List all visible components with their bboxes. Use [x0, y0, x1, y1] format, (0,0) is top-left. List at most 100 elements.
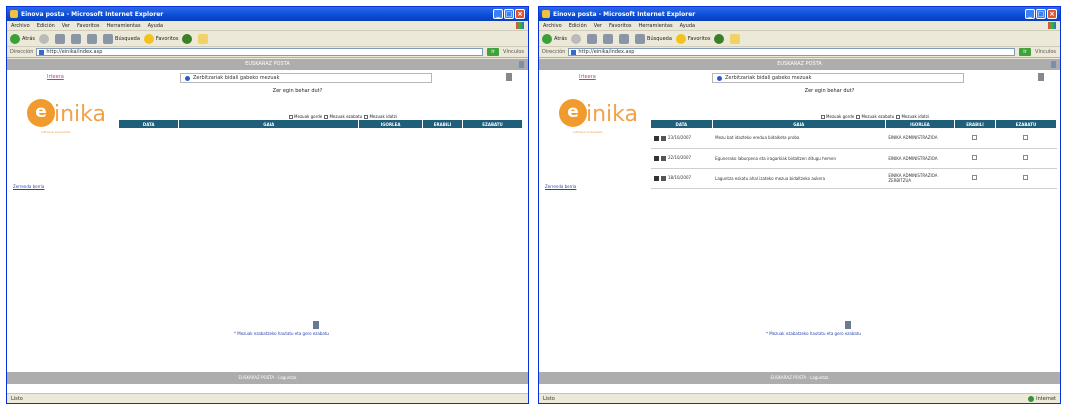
forward-button[interactable] [39, 33, 51, 44]
menu-archivo[interactable]: Archivo [543, 23, 562, 29]
go-button[interactable]: Ir [1019, 48, 1032, 56]
folder-button[interactable] [198, 33, 210, 44]
favorites-button[interactable]: Favoritos [675, 33, 710, 44]
option-checkbox[interactable] [324, 115, 329, 119]
media-button[interactable] [182, 33, 194, 44]
lock-icon [661, 175, 666, 181]
folder-button[interactable] [730, 33, 742, 44]
menu-herramientas[interactable]: Herramientas [107, 23, 141, 29]
menu-ver[interactable]: Ver [62, 23, 70, 29]
row-use-checkbox[interactable] [972, 175, 978, 180]
back-label: Atrás [554, 35, 568, 42]
row-subject[interactable]: Laguntza eskatu ahal izateko mezua bidal… [712, 168, 886, 189]
go-button[interactable]: Ir [487, 48, 500, 56]
row-sender[interactable]: EINIKA ADMINISTRAZIOA [885, 148, 955, 169]
links-label[interactable]: Vínculos [1035, 49, 1056, 55]
favorites-button[interactable]: Favoritos [143, 33, 178, 44]
search-button[interactable]: Búsqueda [635, 33, 672, 44]
minimize-button[interactable]: _ [493, 9, 503, 19]
logout-link[interactable]: Irteera [47, 74, 64, 80]
address-input[interactable]: http://einika/index.asp [568, 48, 1016, 56]
page-icon [39, 49, 45, 55]
menu-edicion[interactable]: Edición [569, 23, 587, 29]
row-use-checkbox[interactable] [972, 134, 978, 140]
stop-button[interactable] [55, 33, 67, 44]
close-button[interactable]: × [1047, 9, 1057, 19]
address-bar: Dirección http://einika/index.asp Ir Vín… [7, 47, 528, 58]
option-checkbox[interactable] [896, 115, 901, 119]
logout-link[interactable]: Irteera [579, 74, 596, 80]
option-checkbox[interactable] [856, 115, 861, 119]
row-delete-checkbox[interactable] [1023, 155, 1029, 160]
menu-ayuda[interactable]: Ayuda [680, 23, 695, 29]
info-icon [845, 321, 851, 329]
media-button[interactable] [714, 33, 726, 44]
column-sender[interactable]: IGORLEA [358, 120, 424, 128]
row-subject[interactable]: Mezu bat idazteko eredua bidalketa proba [712, 128, 886, 149]
row-sender[interactable]: EINIKA ADMINISTRAZIOA ZERBITZUA [885, 168, 955, 189]
back-button[interactable]: Atrás [542, 33, 568, 44]
column-subject[interactable]: GAIA [178, 120, 360, 128]
refresh-button[interactable] [71, 33, 83, 44]
column-use[interactable]: ERABILI [954, 120, 996, 128]
column-delete[interactable]: EZABATU [462, 120, 523, 128]
home-button[interactable] [87, 33, 99, 44]
row-use-checkbox[interactable] [972, 155, 978, 160]
menu-ver[interactable]: Ver [594, 23, 602, 29]
maximize-button[interactable]: □ [504, 9, 514, 19]
links-label[interactable]: Vínculos [503, 49, 524, 55]
stop-button[interactable] [587, 33, 599, 44]
close-button[interactable]: × [515, 9, 525, 19]
option-checkbox[interactable] [289, 115, 294, 119]
home-button[interactable] [619, 33, 631, 44]
maximize-button[interactable]: □ [1036, 9, 1046, 19]
new-list-link[interactable]: Zerrenda berria [13, 184, 44, 189]
column-date[interactable]: DATA [119, 120, 180, 128]
search-icon [635, 33, 646, 44]
title-bar: Einova posta - Microsoft Internet Explor… [539, 7, 1060, 21]
logo-circle: e [559, 99, 587, 127]
menu-ayuda[interactable]: Ayuda [148, 23, 163, 29]
back-button[interactable]: Atrás [10, 33, 35, 44]
search-button[interactable]: Búsqueda [103, 33, 140, 44]
menu-favoritos[interactable]: Favoritos [77, 23, 100, 29]
option-checkbox[interactable] [364, 115, 369, 119]
row-date[interactable]: 23/10/2007 [668, 135, 691, 140]
column-sender[interactable]: IGORLEA [885, 120, 956, 128]
row-delete-checkbox[interactable] [1023, 134, 1029, 140]
menu-favoritos[interactable]: Favoritos [609, 23, 632, 29]
row-date[interactable]: 22/10/2007 [668, 155, 691, 160]
printer-icon[interactable] [1038, 73, 1044, 81]
message-filter[interactable]: Zerbitzariak bidali gabeko mezuak [180, 73, 432, 83]
row-date-cell: 18/10/2007 [651, 168, 713, 189]
forward-button[interactable] [571, 33, 583, 44]
security-zone: Internet [1028, 395, 1056, 402]
column-date[interactable]: DATA [651, 120, 713, 128]
column-delete[interactable]: EZABATU [995, 120, 1058, 128]
minimize-button[interactable]: _ [1025, 9, 1035, 19]
menu-herramientas[interactable]: Herramientas [639, 23, 673, 29]
row-subject[interactable]: Egunerako laburpena eta iragarkiak bidal… [712, 148, 886, 169]
column-subject[interactable]: GAIA [712, 120, 886, 128]
table-row[interactable]: 23/10/2007 Mezu bat idazteko eredua bida… [651, 128, 1057, 149]
message-filter[interactable]: Zerbitzariak bidali gabeko mezuak [712, 73, 964, 83]
row-delete-checkbox[interactable] [1023, 175, 1029, 180]
row-sender[interactable]: EINIKA ADMINISTRAZIOA [885, 128, 955, 149]
refresh-button[interactable] [603, 33, 615, 44]
address-input[interactable]: http://einika/index.asp [36, 48, 484, 56]
row-date[interactable]: 18/10/2007 [668, 175, 691, 180]
ie-icon [542, 10, 550, 18]
page-content: EUSKARAZ POSTA Irteera Zerbitzariak bida… [7, 59, 528, 393]
new-list-link[interactable]: Zerrenda berria [545, 184, 576, 189]
menu-archivo[interactable]: Archivo [11, 23, 30, 29]
table-header: DATA GAIA IGORLEA ERABILI EZABATU [119, 120, 523, 128]
column-use[interactable]: ERABILI [422, 120, 464, 128]
printer-icon[interactable] [506, 73, 512, 81]
option-checkbox[interactable] [821, 115, 826, 119]
table-row[interactable]: 22/10/2007 Egunerako laburpena eta iraga… [651, 148, 1057, 169]
table-row[interactable]: 18/10/2007 Laguntza eskatu ahal izateko … [651, 168, 1057, 189]
menu-edicion[interactable]: Edición [37, 23, 55, 29]
help-icon[interactable] [519, 61, 524, 68]
help-icon[interactable] [1051, 61, 1056, 68]
envelope-icon [654, 135, 659, 141]
